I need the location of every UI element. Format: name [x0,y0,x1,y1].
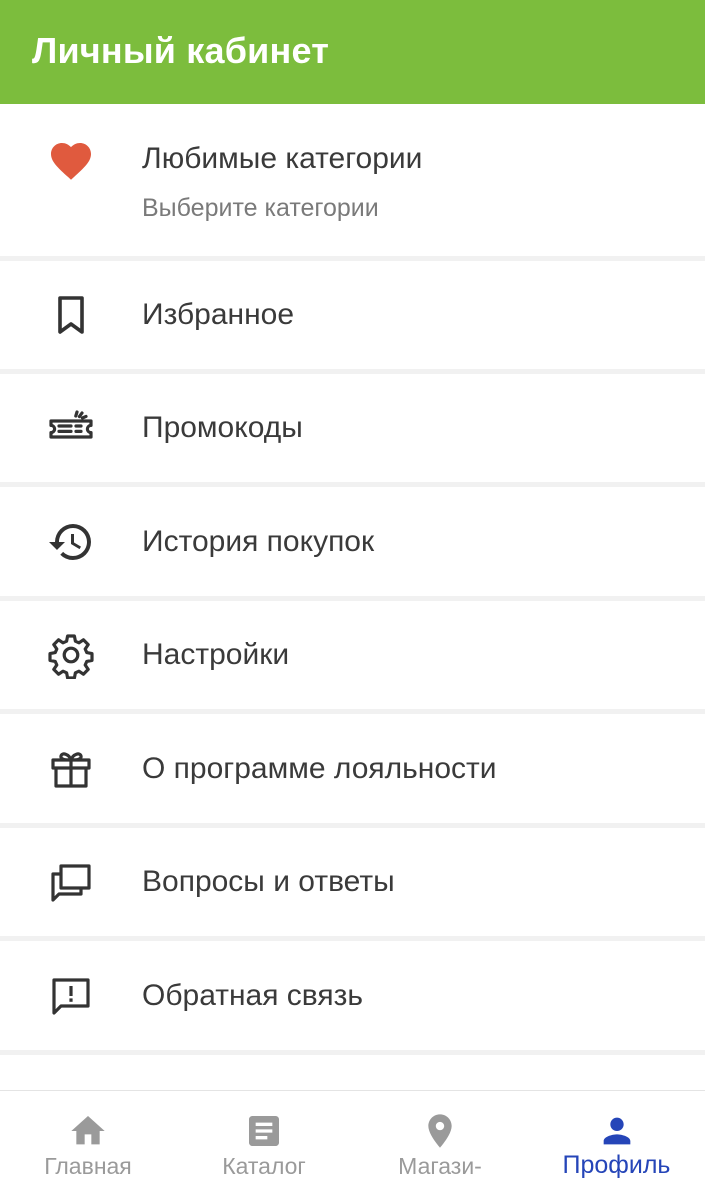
gift-icon [47,745,95,793]
menu-item-partial[interactable] [0,1055,705,1090]
menu-item-favorite-categories[interactable]: Любимые категории Выберите категории [0,104,705,256]
ticket-icon [47,404,95,452]
nav-label: Главная [44,1153,132,1179]
menu-item-label: Промокоды [142,411,303,444]
menu-item-label: Любимые категории [142,142,423,175]
menu-item-label: О программе лояльности [142,752,497,785]
menu-item-promocodes[interactable]: Промокоды [0,374,705,482]
history-icon [47,518,95,566]
home-icon [68,1111,108,1151]
bottom-navigation: Главная Каталог Магази- Профиль [0,1090,705,1201]
heart-icon [47,137,95,185]
nav-label: Профиль [562,1151,671,1179]
page-title: Личный кабинет [32,30,330,71]
menu-item-settings[interactable]: Настройки [0,601,705,709]
nav-catalog[interactable]: Каталог [176,1091,352,1201]
chat-icon [47,858,95,906]
nav-label: Каталог [222,1153,306,1179]
menu-item-purchase-history[interactable]: История покупок [0,487,705,596]
nav-profile[interactable]: Профиль [528,1091,705,1201]
profile-menu: Любимые категории Выберите категории Изб… [0,104,705,1090]
menu-item-label: Обратная связь [142,979,364,1012]
menu-item-loyalty[interactable]: О программе лояльности [0,714,705,823]
menu-item-feedback[interactable]: Обратная связь [0,941,705,1050]
menu-item-label: История покупок [142,525,375,558]
nav-home[interactable]: Главная [0,1091,176,1201]
bookmark-icon [47,291,95,339]
document-icon [244,1111,284,1151]
menu-item-favorites[interactable]: Избранное [0,261,705,369]
nav-stores[interactable]: Магази- [352,1091,528,1201]
nav-label: Магази- [398,1153,482,1179]
feedback-icon [47,972,95,1020]
menu-item-label: Вопросы и ответы [142,865,395,898]
gear-icon [47,631,95,679]
person-icon [597,1111,637,1151]
menu-item-subtitle: Выберите категории [142,194,379,222]
location-pin-icon [420,1111,460,1151]
menu-item-label: Настройки [142,638,290,671]
menu-item-faq[interactable]: Вопросы и ответы [0,828,705,936]
menu-item-label: Избранное [142,298,295,331]
app-header: Личный кабинет [0,0,705,104]
